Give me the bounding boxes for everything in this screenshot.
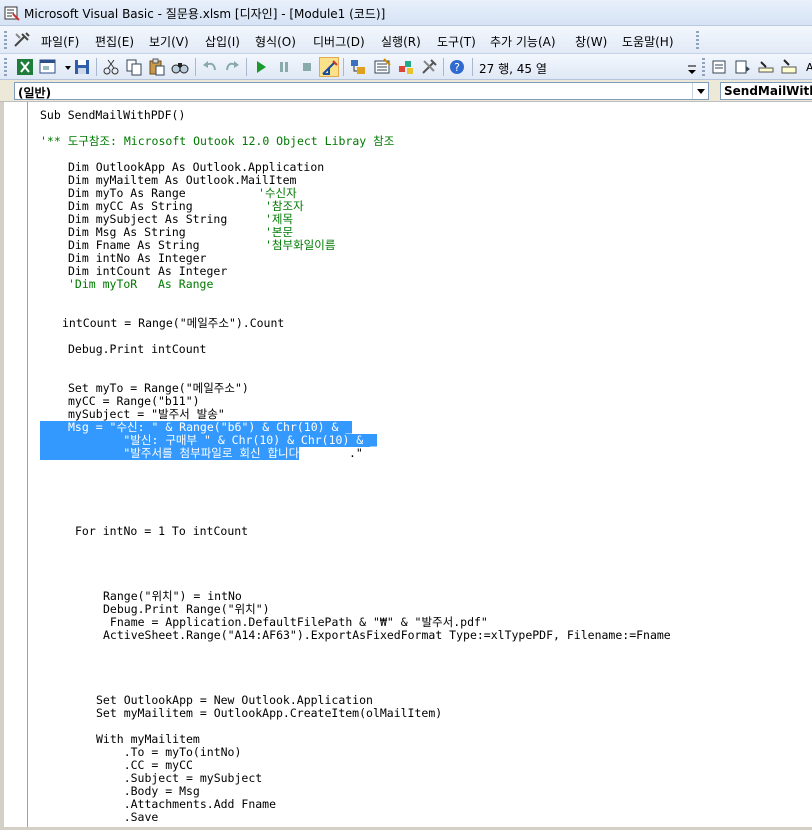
code-line: .Save (96, 810, 159, 824)
code-line: For intNo = 1 To intCount (75, 524, 249, 538)
toolbar-separator (96, 58, 97, 76)
complete-word-icon[interactable]: A (800, 57, 812, 77)
menu-view[interactable]: 보기(V) (149, 33, 189, 50)
svg-text:?: ? (454, 61, 460, 74)
excel-icon[interactable] (15, 57, 35, 77)
toolbar-separator (343, 58, 344, 76)
vba-app-icon (4, 6, 20, 21)
procedure-combo[interactable]: SendMailWithPDF (720, 82, 812, 100)
toolbar-separator (246, 58, 247, 76)
code-line: intCount = Range("메일주소").Count (62, 316, 285, 330)
code-line: Debug.Print intCount (68, 342, 207, 356)
toolbox-icon[interactable] (419, 57, 439, 77)
run-icon[interactable] (251, 57, 271, 77)
toolbar-grip[interactable] (4, 58, 7, 76)
window-title: Microsoft Visual Basic - 질문용.xlsm [디자인] … (24, 7, 386, 21)
margin-indicator-bar[interactable] (0, 102, 28, 830)
reset-icon[interactable] (297, 57, 317, 77)
menu-tools[interactable]: 도구(T) (437, 33, 476, 50)
object-combo-dropdown[interactable] (692, 83, 708, 99)
code-line: ActiveSheet.Range("A14:AF63").ExportAsFi… (103, 628, 671, 642)
paste-icon[interactable] (147, 57, 167, 77)
help-icon[interactable]: ? (447, 57, 467, 77)
object-combo-value: (일반) (18, 86, 52, 100)
chevron-down-icon[interactable] (58, 57, 71, 77)
svg-text:A: A (806, 61, 812, 74)
toolbar-options-chevron-icon[interactable] (686, 60, 698, 76)
quick-info-icon[interactable] (756, 57, 776, 77)
parameter-info-icon[interactable] (779, 57, 799, 77)
undo-icon[interactable] (200, 57, 220, 77)
redo-icon[interactable] (222, 57, 242, 77)
selected-code-line: "발주서를 첨부파일로 회신 합니다 (40, 447, 300, 460)
menu-help[interactable]: 도움말(H) (622, 33, 674, 50)
menu-file[interactable]: 파일(F) (41, 33, 79, 50)
toolbar2-grip[interactable] (696, 31, 699, 49)
menu-format[interactable]: 형식(O) (255, 33, 296, 50)
toolbar-separator (443, 58, 444, 76)
copy-icon[interactable] (124, 57, 144, 77)
menu-run[interactable]: 실행(R) (381, 33, 421, 50)
menu-debug[interactable]: 디버그(D) (313, 33, 365, 50)
standard-toolbar: ? 27 행, 45 열 A (0, 54, 812, 80)
code-line-comment: 'Dim myToR As Range (68, 277, 214, 291)
toolbar-separator (472, 58, 473, 76)
design-mode-icon[interactable] (319, 57, 339, 77)
list-properties-icon[interactable] (710, 57, 730, 77)
cursor-position-indicator: 27 행, 45 열 (479, 62, 547, 76)
code-line-comment: '** 도구참조: Microsoft Outook 12.0 Object L… (40, 134, 395, 148)
vba-tools-icon[interactable] (12, 30, 32, 50)
menu-bar: 파일(F) 편집(E) 보기(V) 삽입(I) 형식(O) 디버그(D) 실행(… (0, 26, 812, 54)
toolbar-separator (195, 58, 196, 76)
code-window-header: (일반) SendMailWithPDF (0, 80, 812, 102)
project-explorer-icon[interactable] (348, 57, 368, 77)
cut-icon[interactable] (101, 57, 121, 77)
code-line-comment: '첨부화일이름 (265, 238, 336, 252)
title-bar: Microsoft Visual Basic - 질문용.xlsm [디자인] … (0, 0, 812, 26)
edit-toolbar-grip[interactable] (702, 58, 705, 76)
insert-userform-icon[interactable] (38, 57, 58, 77)
menu-window[interactable]: 창(W) (575, 33, 607, 50)
properties-icon[interactable] (372, 57, 392, 77)
menu-insert[interactable]: 삽입(I) (205, 33, 240, 50)
code-editor[interactable]: Sub SendMailWithPDF() '** 도구참조: Microsof… (0, 102, 812, 830)
code-line: Sub SendMailWithPDF() (40, 108, 186, 122)
procedure-combo-value: SendMailWithPDF (724, 84, 812, 98)
object-combo[interactable]: (일반) (14, 82, 709, 100)
find-icon[interactable] (170, 57, 190, 77)
menubar-grip[interactable] (4, 31, 7, 49)
menu-addins[interactable]: 추가 기능(A) (490, 33, 556, 50)
menu-edit[interactable]: 편집(E) (95, 33, 134, 50)
chevron-down-icon (697, 89, 705, 94)
code-line: Set myMailitem = OutlookApp.CreateItem(o… (96, 706, 443, 720)
code-line: ." (349, 446, 363, 460)
break-icon[interactable] (274, 57, 294, 77)
list-constants-icon[interactable] (733, 57, 753, 77)
save-icon[interactable] (72, 57, 92, 77)
object-browser-icon[interactable] (396, 57, 416, 77)
